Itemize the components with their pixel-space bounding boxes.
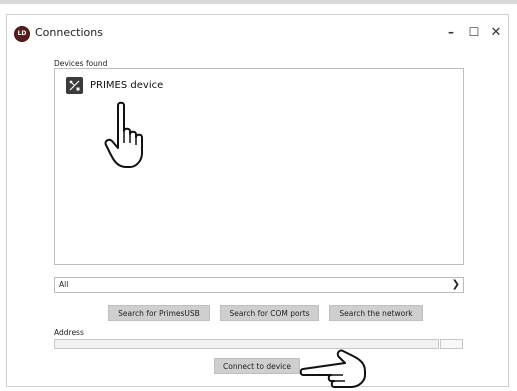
address-label: Address	[54, 328, 84, 337]
pointer-hand-icon	[104, 101, 143, 168]
connections-window: LD Connections – ☐ ✕ Devices found PRIME…	[6, 14, 509, 388]
search-network-button[interactable]: Search the network	[329, 305, 423, 321]
filter-selected-value: All	[59, 280, 69, 289]
title-bar[interactable]: LD Connections – ☐ ✕	[7, 15, 508, 51]
close-button[interactable]: ✕	[485, 23, 507, 41]
window-title: Connections	[35, 26, 103, 39]
connect-to-device-button[interactable]: Connect to device	[214, 358, 300, 374]
chevron-down-icon: ❯	[451, 279, 460, 290]
maximize-button[interactable]: ☐	[463, 23, 485, 41]
minimize-button[interactable]: –	[440, 23, 462, 41]
device-filter-select[interactable]: All ❯	[54, 277, 464, 293]
app-logo-text: LD	[17, 30, 27, 37]
search-com-ports-button[interactable]: Search for COM ports	[220, 305, 319, 321]
app-logo-icon: LD	[14, 26, 30, 42]
usb-device-icon	[66, 77, 83, 94]
device-label: PRIMES device	[90, 80, 164, 91]
devices-found-label: Devices found	[54, 59, 108, 68]
pointer-hand-left-icon	[299, 349, 366, 388]
screen-top-strip	[0, 0, 517, 4]
search-primesusb-button[interactable]: Search for PrimesUSB	[108, 305, 210, 321]
list-item[interactable]: PRIMES device	[66, 77, 163, 94]
address-extra-field[interactable]	[440, 339, 463, 349]
address-field[interactable]	[54, 339, 439, 349]
